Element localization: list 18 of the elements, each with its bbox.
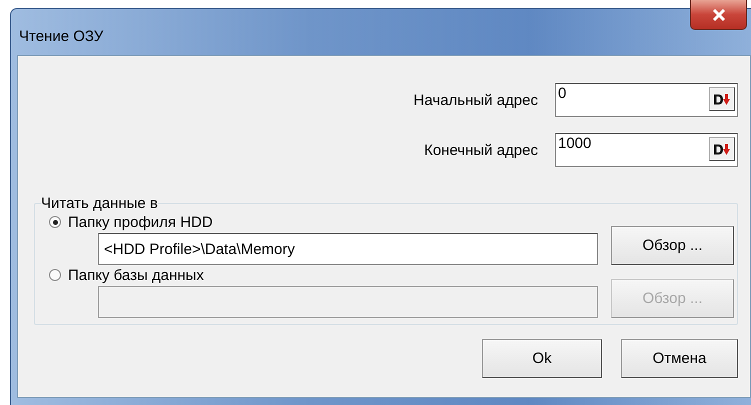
default-value-button[interactable] bbox=[709, 87, 735, 111]
d-arrow-icon bbox=[714, 94, 730, 104]
address-field[interactable]: 0 bbox=[555, 83, 738, 117]
option-label[interactable]: Папку профиля HDD bbox=[68, 214, 213, 230]
address-field[interactable]: 1000 bbox=[555, 133, 738, 167]
path-field[interactable]: <HDD Profile>\Data\Memory bbox=[98, 233, 598, 265]
cancel-button[interactable]: Отмена bbox=[621, 339, 738, 378]
close-button[interactable] bbox=[690, 0, 747, 30]
default-value-button[interactable] bbox=[709, 137, 735, 161]
window-title: Чтение ОЗУ bbox=[19, 28, 104, 45]
address-label: Начальный адрес bbox=[414, 92, 538, 108]
d-arrow-icon bbox=[714, 144, 730, 154]
address-label: Конечный адрес bbox=[424, 142, 538, 158]
group-legend: Читать данные в bbox=[41, 195, 158, 212]
browse-button[interactable]: Обзор ... bbox=[611, 226, 734, 265]
ok-button[interactable]: Ok bbox=[482, 339, 602, 378]
close-icon bbox=[712, 8, 726, 20]
radio-button[interactable] bbox=[49, 216, 61, 228]
